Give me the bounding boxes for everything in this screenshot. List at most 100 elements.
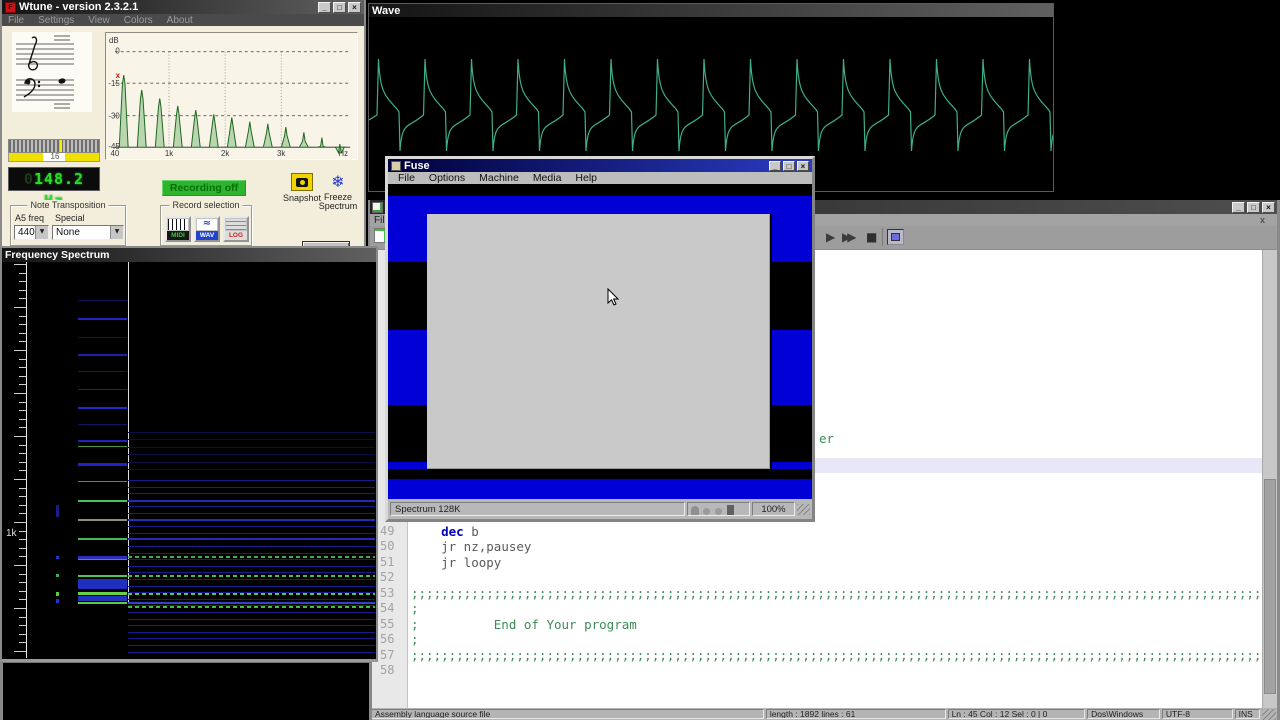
vertical-scrollbar[interactable] (1262, 250, 1277, 708)
resize-grip[interactable] (1262, 709, 1276, 720)
spectro-line (128, 606, 375, 608)
spectro-line (128, 612, 375, 613)
code-line[interactable]: 50 jr nz,pausey (370, 539, 1262, 554)
freeze-spectrum-button[interactable]: ❄ (328, 172, 348, 191)
spectro-line (128, 519, 375, 521)
spectro-line (14, 608, 26, 609)
menu-item-colors[interactable]: Colors (124, 15, 153, 26)
border-stripe (772, 214, 812, 262)
code-line[interactable]: 55; End of Your program (370, 617, 1262, 632)
svg-text:dB: dB (109, 36, 119, 45)
wav-label: WAV (196, 231, 218, 240)
spectro-line (128, 645, 375, 646)
maximize-button[interactable]: □ (1247, 202, 1260, 213)
code-line[interactable]: 56; (370, 632, 1262, 647)
run-fast-icon[interactable]: ▶▶ (842, 229, 852, 245)
wave-titlebar[interactable]: Wave (369, 4, 1053, 17)
menu-item-about[interactable]: About (167, 15, 193, 26)
chevron-down-icon[interactable]: ▼ (110, 226, 123, 239)
bottom-black-panel (0, 662, 372, 720)
code-line[interactable]: 58 (370, 663, 1262, 678)
spectro-line (19, 539, 26, 540)
spectro-line (19, 634, 26, 635)
spectro-line (128, 469, 375, 470)
close-pane-icon[interactable]: x (1260, 215, 1265, 225)
spectro-line (78, 592, 127, 595)
harmonic-spectrum-chart: 0-15-30-45dB401k2k3kHzx (105, 32, 358, 160)
resize-grip[interactable] (797, 504, 810, 515)
menu-item-media[interactable]: Media (527, 172, 568, 184)
spectro-line (14, 522, 26, 523)
special-select[interactable]: None ▼ (52, 225, 124, 240)
spectro-line (78, 424, 127, 425)
maximize-button[interactable]: □ (333, 2, 346, 13)
menu-item-view[interactable]: View (88, 15, 110, 26)
scrollbar-thumb[interactable] (1264, 479, 1276, 694)
spectrum-titlebar[interactable]: Frequency Spectrum (2, 248, 376, 262)
spectro-line (128, 652, 375, 653)
snapshot-button[interactable] (291, 173, 313, 191)
menu-item-machine[interactable]: Machine (473, 172, 525, 184)
code-line[interactable]: 54; (370, 601, 1262, 616)
menu-item-options[interactable]: Options (423, 172, 471, 184)
minimize-button[interactable]: _ (318, 2, 331, 13)
a5-freq-value: 440 (15, 227, 35, 238)
log-grid-icon (226, 219, 246, 230)
chevron-down-icon[interactable]: ▼ (35, 226, 48, 239)
spectro-line (128, 599, 375, 600)
spectro-line (128, 493, 375, 494)
svg-text:1k: 1k (165, 149, 173, 158)
spectro-line (14, 393, 26, 394)
spectro-line (19, 462, 26, 463)
status-panel: Dos\Windows (1087, 709, 1160, 719)
spectro-line (128, 447, 375, 448)
code-line[interactable]: 52 (370, 570, 1262, 585)
wtune-titlebar[interactable]: F Wtune - version 2.3.2.1 _ □ × (2, 0, 364, 14)
note-icon (58, 78, 66, 85)
spectro-line (14, 651, 26, 652)
emulator-window-icon[interactable] (887, 229, 904, 245)
menu-item-file[interactable]: File (8, 15, 24, 26)
close-button[interactable]: × (797, 161, 809, 171)
minimize-button[interactable]: _ (1232, 202, 1245, 213)
midi-label: MIDI (167, 231, 189, 240)
code-segment: ; (411, 632, 419, 647)
svg-text:x: x (116, 71, 121, 80)
record-log-button[interactable]: LOG (223, 216, 249, 242)
menu-item-help[interactable]: Help (569, 172, 603, 184)
spectro-line (128, 602, 375, 604)
record-midi-button[interactable]: MIDI (165, 216, 191, 242)
recording-toggle-button[interactable]: Recording off (162, 180, 246, 196)
code-text: ;;;;;;;;;;;;;;;;;;;;;;;;;;;;;;;;;;;;;;;;… (408, 586, 1277, 601)
code-line[interactable]: 49 dec b (370, 524, 1262, 539)
code-line[interactable]: 51 jr loopy (370, 555, 1262, 570)
run-icon[interactable]: ▶ (826, 229, 835, 245)
spectro-line (14, 565, 26, 566)
spectro-line (128, 439, 375, 440)
spectro-line (78, 579, 127, 589)
menu-item-file[interactable]: File (392, 172, 421, 184)
close-button[interactable]: × (1262, 202, 1275, 213)
spectro-line (14, 436, 26, 437)
stop-icon[interactable]: ■ (866, 229, 877, 245)
emulator-screen[interactable] (388, 184, 812, 499)
a5-freq-select[interactable]: 440 ▼ (14, 225, 49, 240)
maximize-button[interactable]: □ (783, 161, 795, 171)
code-line[interactable]: 53;;;;;;;;;;;;;;;;;;;;;;;;;;;;;;;;;;;;;;… (370, 586, 1262, 601)
minimize-button[interactable]: _ (769, 161, 781, 171)
menu-item-settings[interactable]: Settings (38, 15, 74, 26)
code-segment: ;;;;;;;;;;;;;;;;;;;;;;;;;;;;;;;;;;;;;;;;… (411, 586, 1277, 601)
code-text: ;;;;;;;;;;;;;;;;;;;;;;;;;;;;;;;;;;;;;;;;… (408, 648, 1277, 663)
fuse-titlebar[interactable]: Fuse _ □ × (388, 159, 812, 172)
border-stripe (388, 469, 812, 479)
treble-clef-icon (29, 37, 38, 70)
wtune-window: F Wtune - version 2.3.2.1 _ □ × File Sett… (0, 0, 366, 250)
code-line[interactable]: 57;;;;;;;;;;;;;;;;;;;;;;;;;;;;;;;;;;;;;;… (370, 648, 1262, 663)
close-button[interactable]: × (348, 2, 361, 13)
record-wav-button[interactable]: ≈ WAV (194, 216, 220, 242)
log-label: LOG (225, 231, 247, 240)
music-staff (12, 32, 92, 112)
spectro-line (78, 440, 127, 442)
spectro-line (19, 324, 26, 325)
spectro-line (56, 574, 59, 577)
